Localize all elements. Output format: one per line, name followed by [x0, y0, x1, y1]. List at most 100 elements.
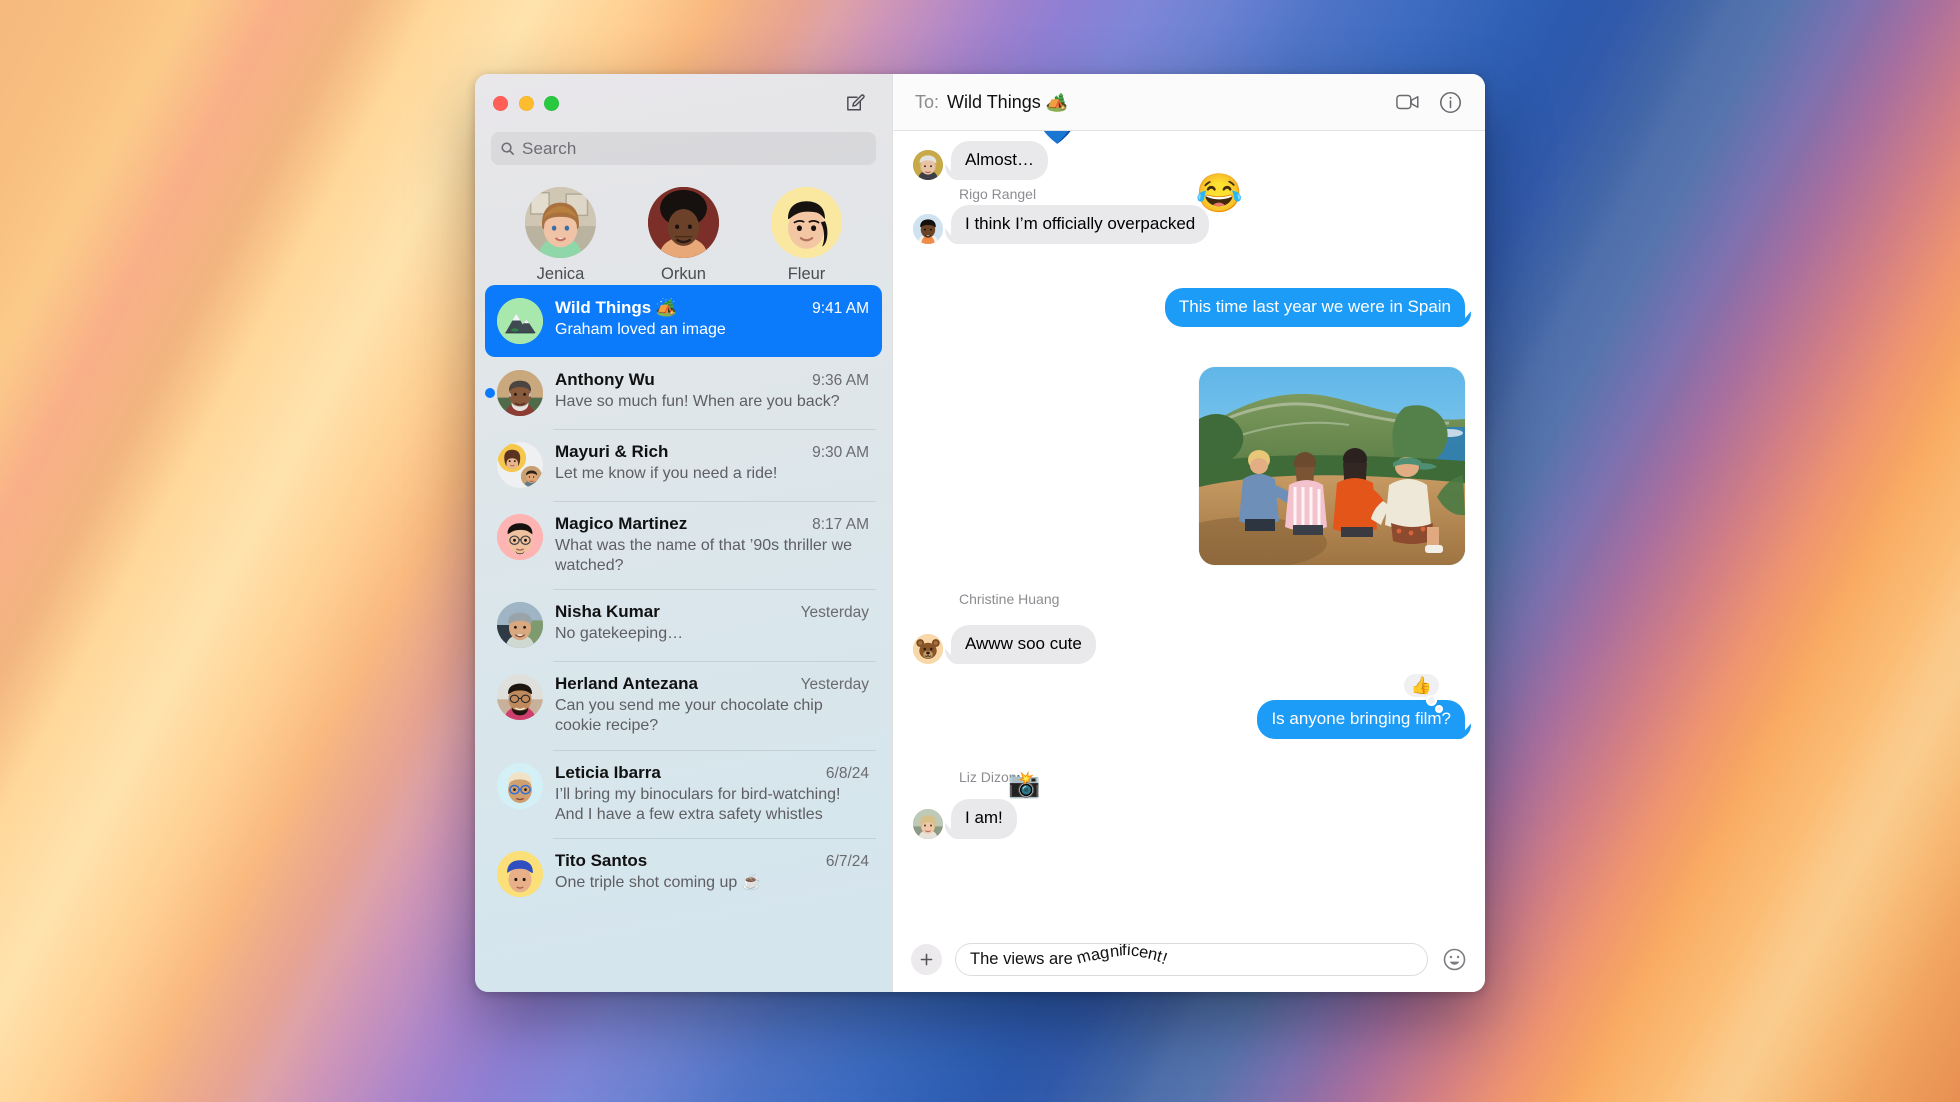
conversation-list-item[interactable]: Mayuri & Rich 9:30 AM Let me know if you…: [485, 429, 882, 501]
pinned-name: Orkun: [661, 265, 706, 283]
conversation-title: Herland Antezana: [555, 674, 698, 694]
avatar: [648, 187, 719, 258]
conversation-preview: No gatekeeping…: [555, 625, 684, 643]
message-bubble[interactable]: Almost…💙: [951, 131, 1076, 181]
conversation-timestamp: 9:30 AM: [812, 444, 869, 461]
message-bubble[interactable]: Is anyone bringing film? 👍: [1257, 674, 1465, 740]
message-bubble[interactable]: Awww soo cute: [951, 625, 1096, 665]
message-row: 🩷😍: [913, 367, 1465, 566]
pinned-conversation-orkun[interactable]: Orkun: [634, 187, 734, 284]
conversation-title: Wild Things 🏕️: [555, 298, 678, 317]
message-row: Awww soo cute: [913, 625, 1465, 665]
sticker-overlay[interactable]: 💙: [1039, 131, 1076, 145]
avatar: [913, 634, 943, 665]
avatar: [913, 214, 943, 245]
traffic-lights: [493, 95, 559, 111]
message-input-value: The views are magnificent!: [970, 942, 1170, 968]
pinned-conversation-jenica[interactable]: Jenica: [511, 187, 611, 284]
conversation-preview: Have so much fun! When are you back?: [555, 393, 840, 410]
avatar: [497, 762, 543, 809]
conversation-preview: I’ll bring my binoculars for bird-watchi…: [555, 785, 841, 823]
message-row: This time last year we were in Spain: [913, 288, 1465, 328]
message-bubble[interactable]: This time last year we were in Spain: [1164, 288, 1465, 328]
avatar: [497, 370, 543, 416]
chat-header: To: Wild Things 🏕️: [893, 74, 1485, 131]
conversation-timestamp: 9:36 AM: [812, 372, 869, 389]
search-input[interactable]: Search: [491, 132, 876, 165]
message-composer: The views are magnificent!: [893, 926, 1485, 992]
avatar: [497, 298, 543, 344]
minimize-button[interactable]: [518, 95, 534, 111]
avatar: [497, 514, 543, 560]
conversation-title: Nisha Kumar: [555, 602, 660, 622]
message-bubble[interactable]: I think I’m officially overpacked 😂: [951, 175, 1243, 245]
unread-indicator: [485, 388, 495, 398]
avatar: [497, 674, 543, 721]
close-button[interactable]: [493, 95, 508, 111]
conversation-preview: What was the name of that ’90s thriller …: [555, 537, 853, 575]
conversation-title: Anthony Wu: [555, 370, 655, 389]
zoom-button[interactable]: [544, 95, 559, 111]
smiley-face-icon[interactable]: [1441, 946, 1468, 973]
messages-window: Search Jenica Orkun Fleur Wild Things 🏕️…: [475, 74, 1485, 992]
message-row: I am! 📸: [913, 771, 1465, 839]
conversation-timestamp: 8:17 AM: [812, 516, 869, 533]
conversation-list-item[interactable]: Tito Santos 6/7/24 One triple shot comin…: [485, 837, 882, 910]
sticker-overlay[interactable]: 😂: [1196, 175, 1243, 213]
conversation-list-item[interactable]: Wild Things 🏕️ 9:41 AM Graham loved an i…: [485, 285, 882, 357]
recipient-name[interactable]: Wild Things 🏕️: [947, 92, 1068, 113]
window-titlebar: [475, 74, 892, 132]
avatar: [913, 808, 943, 839]
conversation-list: Wild Things 🏕️ 9:41 AM Graham loved an i…: [475, 285, 892, 992]
tapback-reactions[interactable]: 👍: [1403, 674, 1441, 712]
tapback-dot-large: [1428, 697, 1435, 705]
avatar: [913, 150, 943, 181]
conversation-timestamp: 6/8/24: [825, 764, 869, 782]
compose-icon[interactable]: [840, 88, 870, 118]
conversation-list-item[interactable]: Leticia Ibarra 6/8/24 I’ll bring my bino…: [485, 749, 882, 838]
conversation-title: Leticia Ibarra: [555, 762, 661, 782]
tapback-dot-small: [1437, 707, 1441, 712]
conversation-timestamp: Yesterday: [800, 676, 869, 694]
pinned-name: Jenica: [536, 265, 585, 283]
conversation-list-item[interactable]: Anthony Wu 9:36 AM Have so much fun! Whe…: [485, 357, 882, 429]
message-photo-attachment[interactable]: 🩷😍: [1199, 367, 1465, 566]
to-label: To:: [915, 91, 940, 112]
conversation-preview: Let me know if you need a ride!: [555, 465, 778, 482]
message-row: Is anyone bringing film? 👍: [913, 674, 1465, 740]
search-icon: [501, 142, 514, 155]
conversation-list-item[interactable]: Herland Antezana Yesterday Can you send …: [485, 661, 882, 749]
conversation-timestamp: Yesterday: [800, 604, 869, 622]
conversation-timestamp: 9:41 AM: [812, 300, 869, 317]
avatar: [497, 442, 543, 488]
conversation-title: Magico Martinez: [555, 514, 688, 533]
message-bubble[interactable]: I am! 📸: [951, 771, 1041, 839]
search-placeholder: Search: [522, 138, 577, 158]
chat-pane: To: Wild Things 🏕️ Almost… Rigo Rangel I…: [892, 74, 1485, 992]
conversation-timestamp: 6/7/24: [825, 852, 869, 870]
tapback-emoji: 👍: [1410, 676, 1432, 696]
pinned-conversation-fleur[interactable]: Fleur: [757, 187, 857, 284]
avatar: [497, 602, 543, 649]
plus-icon[interactable]: [911, 943, 942, 975]
sticker-overlay[interactable]: 📸: [1008, 771, 1040, 797]
message-thread: Almost…💙Rigo Rangel I think I’m official…: [893, 131, 1485, 926]
conversation-title: Tito Santos: [555, 850, 648, 870]
pinned-conversations: Jenica Orkun Fleur: [475, 165, 892, 285]
message-sender-name: Christine Huang: [959, 591, 1060, 608]
pinned-name: Fleur: [787, 265, 826, 283]
avatar: [497, 850, 543, 897]
conversation-title: Mayuri & Rich: [555, 442, 669, 461]
avatar: [525, 187, 596, 258]
conversation-preview: One triple shot coming up ☕: [555, 873, 762, 891]
conversation-list-item[interactable]: Magico Martinez 8:17 AM What was the nam…: [485, 501, 882, 589]
sidebar: Search Jenica Orkun Fleur Wild Things 🏕️…: [475, 74, 892, 992]
message-row: Almost…💙: [913, 131, 1465, 181]
video-camera-icon[interactable]: [1391, 85, 1425, 119]
avatar: [771, 187, 842, 258]
conversation-preview: Graham loved an image: [555, 321, 726, 338]
message-row: I think I’m officially overpacked 😂: [913, 175, 1465, 245]
conversation-list-item[interactable]: Nisha Kumar Yesterday No gatekeeping…: [485, 589, 882, 661]
info-circle-icon[interactable]: [1433, 85, 1467, 119]
message-input[interactable]: The views are magnificent!: [955, 942, 1428, 976]
